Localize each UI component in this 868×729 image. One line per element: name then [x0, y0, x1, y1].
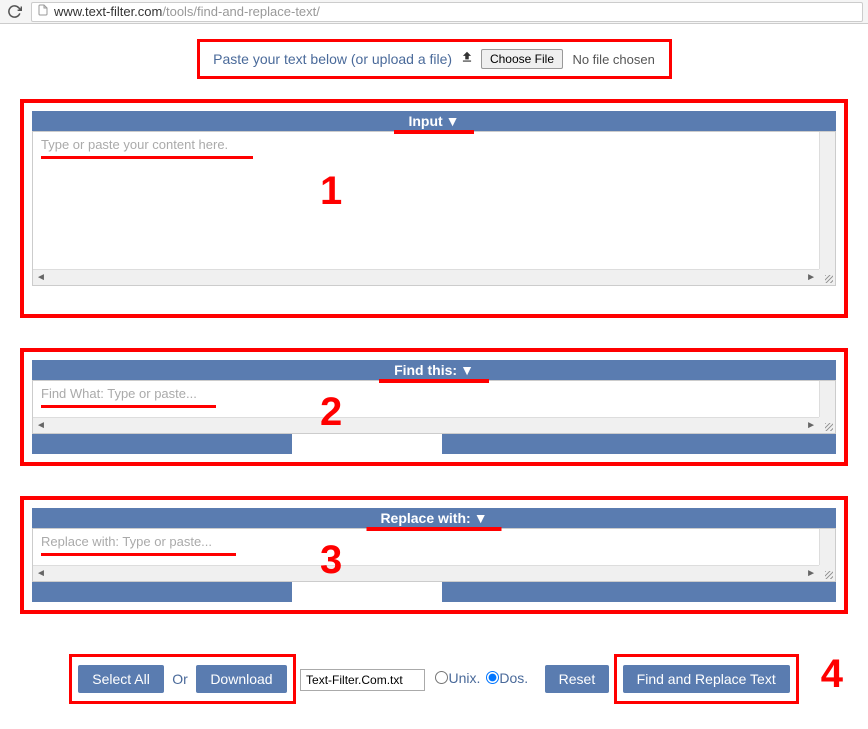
filename-input[interactable]	[300, 669, 425, 691]
instruction-text: Paste your text below (or upload a file)	[213, 51, 452, 67]
reload-icon[interactable]	[5, 3, 23, 21]
step-number-4: 4	[821, 652, 843, 697]
input-section: Input▼ Type or paste your content here. …	[20, 99, 848, 318]
find-replace-button[interactable]: Find and Replace Text	[623, 665, 790, 693]
download-group-box: Select All Or Download	[69, 654, 295, 704]
url-input[interactable]: www.text-filter.com/tools/find-and-repla…	[31, 2, 863, 22]
download-button[interactable]: Download	[196, 665, 286, 693]
find-header-label: Find this:	[394, 362, 457, 378]
chevron-down-icon: ▼	[474, 510, 488, 526]
resize-grip[interactable]	[819, 269, 835, 285]
or-text: Or	[172, 671, 188, 687]
choose-file-button[interactable]: Choose File	[481, 49, 563, 69]
scrollbar-horizontal[interactable]: ◄ ►	[33, 269, 819, 285]
upload-icon	[460, 50, 474, 69]
replace-header-label: Replace with:	[380, 510, 470, 526]
replace-header[interactable]: Replace with: ▼	[32, 508, 836, 528]
page-content: Paste your text below (or upload a file)…	[0, 24, 868, 729]
resize-grip[interactable]	[819, 565, 835, 581]
unix-label: Unix.	[448, 670, 480, 686]
select-all-button[interactable]: Select All	[78, 665, 164, 693]
find-textarea[interactable]: Find What: Type or paste... ◄ ►	[32, 380, 836, 434]
reset-button[interactable]: Reset	[545, 665, 610, 693]
dos-radio[interactable]	[486, 671, 499, 684]
page-icon	[37, 3, 49, 20]
scrollbar-horizontal[interactable]: ◄ ►	[33, 417, 819, 433]
scrollbar-horizontal[interactable]: ◄ ►	[33, 565, 819, 581]
file-status-text: No file chosen	[572, 52, 654, 67]
input-placeholder: Type or paste your content here.	[41, 137, 228, 152]
bottom-controls: Select All Or Download Unix. Dos. Reset …	[20, 644, 848, 714]
find-section: Find this: ▼ Find What: Type or paste...…	[20, 348, 848, 466]
replace-placeholder: Replace with: Type or paste...	[41, 534, 212, 549]
chevron-down-icon: ▼	[460, 362, 474, 378]
scroll-left-icon[interactable]: ◄	[36, 272, 46, 283]
url-text: www.text-filter.com/tools/find-and-repla…	[54, 4, 320, 19]
input-header[interactable]: Input▼	[32, 111, 836, 131]
address-bar: www.text-filter.com/tools/find-and-repla…	[0, 0, 868, 24]
step-number-3: 3	[320, 538, 342, 583]
scroll-right-icon[interactable]: ►	[806, 568, 816, 579]
input-textarea[interactable]: Type or paste your content here. ◄ ►	[32, 131, 836, 286]
upload-instruction-box: Paste your text below (or upload a file)…	[197, 39, 672, 79]
resize-grip[interactable]	[819, 417, 835, 433]
find-placeholder: Find What: Type or paste...	[41, 386, 197, 401]
step-number-2: 2	[320, 390, 342, 435]
scroll-right-icon[interactable]: ►	[806, 420, 816, 431]
dos-label: Dos.	[499, 670, 528, 686]
step-number-1: 1	[320, 169, 342, 214]
replace-button-box: Find and Replace Text	[614, 654, 799, 704]
unix-radio[interactable]	[435, 671, 448, 684]
scroll-left-icon[interactable]: ◄	[36, 420, 46, 431]
find-header[interactable]: Find this: ▼	[32, 360, 836, 380]
scroll-right-icon[interactable]: ►	[806, 272, 816, 283]
input-header-label: Input	[408, 113, 442, 129]
chevron-down-icon: ▼	[446, 113, 460, 129]
replace-textarea[interactable]: Replace with: Type or paste... ◄ ►	[32, 528, 836, 582]
replace-section: Replace with: ▼ Replace with: Type or pa…	[20, 496, 848, 614]
scroll-left-icon[interactable]: ◄	[36, 568, 46, 579]
